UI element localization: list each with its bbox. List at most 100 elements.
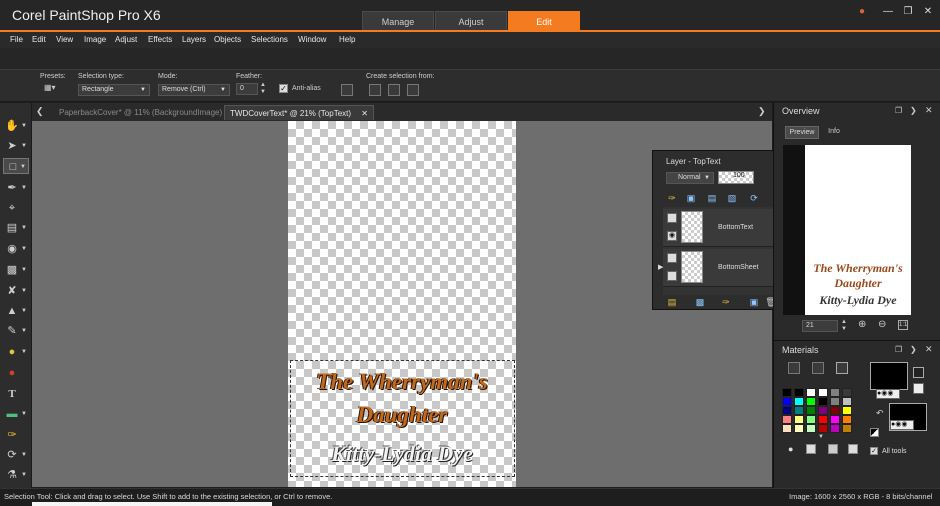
scratch-remover-tool[interactable]: ✘ ▼	[3, 283, 29, 299]
restore-icon[interactable]: ❐	[900, 6, 916, 18]
crop-tool[interactable]: ⌖	[3, 200, 29, 216]
select-all-icon[interactable]	[341, 84, 353, 96]
zoom-in-icon[interactable]: ⊕	[858, 319, 866, 330]
color-swatch[interactable]	[782, 406, 792, 415]
antialias-checkbox[interactable]: ✓	[279, 84, 288, 93]
color-swatch[interactable]	[842, 406, 852, 415]
layer-lock-icon[interactable]	[667, 213, 677, 223]
menu-file[interactable]: File	[10, 35, 23, 44]
color-swatch[interactable]	[842, 415, 852, 424]
chevron-down-icon[interactable]: ▼	[818, 434, 824, 440]
expand-arrow-icon[interactable]: ▶	[658, 263, 663, 271]
share-icon[interactable]: ⟳	[748, 192, 760, 204]
swatches-mode-icon[interactable]	[836, 362, 848, 374]
layer-lock-icon[interactable]	[667, 253, 677, 263]
pick-tool[interactable]: ➤ ▼	[3, 138, 29, 154]
lock-icon[interactable]	[913, 383, 924, 394]
color-swatch[interactable]	[842, 397, 852, 406]
reset-colors-icon[interactable]	[870, 428, 879, 437]
rainbow-mode-icon[interactable]	[812, 362, 824, 374]
menu-objects[interactable]: Objects	[214, 35, 241, 44]
blend-mode-dropdown[interactable]: Normal ▼	[666, 172, 714, 184]
selection-from-layer-icon[interactable]	[369, 84, 381, 96]
color-swatch[interactable]	[794, 406, 804, 415]
feather-stepper[interactable]: ▲ ▼	[260, 82, 266, 96]
menu-effects[interactable]: Effects	[148, 35, 172, 44]
selection-from-vector-icon[interactable]	[407, 84, 419, 96]
visibility-icon[interactable]	[667, 271, 677, 281]
zoom-out-icon[interactable]: ⊖	[878, 319, 886, 330]
color-swatch[interactable]	[806, 397, 816, 406]
menu-image[interactable]: Image	[84, 35, 106, 44]
color-swatch[interactable]	[830, 397, 840, 406]
tab-preview[interactable]: Preview	[785, 126, 819, 139]
color-swatch[interactable]	[806, 424, 816, 433]
transparent-icon[interactable]: ●	[788, 444, 793, 454]
menu-adjust[interactable]: Adjust	[115, 35, 137, 44]
foreground-small-swatch[interactable]	[913, 367, 924, 378]
pen-tool[interactable]: ✑	[3, 427, 29, 443]
doc-tab-twdcover[interactable]: TWDCoverText* @ 21% (TopText) ✕	[224, 105, 374, 120]
selection-tool[interactable]: □ ▼	[3, 158, 29, 174]
color-swatch[interactable]	[818, 388, 828, 397]
warp-brush-tool[interactable]: ⟳ ▼	[3, 447, 29, 463]
add-swatch-icon[interactable]	[848, 444, 858, 454]
user-icon[interactable]: ●	[854, 6, 870, 18]
tab-adjust[interactable]: Adjust	[435, 11, 507, 31]
color-swatch[interactable]	[782, 424, 792, 433]
trash-icon[interactable]	[828, 444, 838, 454]
color-swatch[interactable]	[806, 388, 816, 397]
color-swatch[interactable]	[794, 388, 804, 397]
color-swatch[interactable]	[806, 406, 816, 415]
color-swatch[interactable]	[818, 406, 828, 415]
color-swatch[interactable]	[806, 415, 816, 424]
all-tools-checkbox[interactable]: ✓	[870, 447, 878, 455]
clone-tool[interactable]: ▩ ▼	[3, 262, 29, 278]
color-swatch[interactable]	[842, 388, 852, 397]
close-icon[interactable]: ✕	[361, 109, 368, 118]
color-swatch[interactable]	[782, 415, 792, 424]
restore-icon[interactable]: ❐	[895, 106, 902, 115]
folder-icon[interactable]: ▤	[706, 192, 718, 204]
minimize-icon[interactable]: —	[880, 6, 896, 18]
pan-tool[interactable]: ✋ ▼	[3, 118, 29, 134]
color-swatch[interactable]	[818, 415, 828, 424]
close-icon[interactable]: ✕	[925, 344, 933, 355]
close-icon[interactable]: ✕	[925, 105, 933, 116]
picture-tube-tool[interactable]: ●	[3, 365, 29, 381]
chevron-right-icon[interactable]: ❯	[758, 106, 766, 117]
color-swatch[interactable]	[830, 388, 840, 397]
color-swatch[interactable]	[794, 424, 804, 433]
zoom-field[interactable]: 21	[802, 320, 838, 332]
mask-icon[interactable]: ▧	[726, 192, 738, 204]
color-swatch[interactable]	[794, 415, 804, 424]
color-swatch[interactable]	[830, 406, 840, 415]
chevron-right-icon[interactable]: ❯	[910, 345, 917, 354]
zoom-stepper[interactable]: ▲ ▼	[841, 319, 847, 333]
menu-selections[interactable]: Selections	[251, 35, 288, 44]
color-swatch[interactable]	[830, 424, 840, 433]
texture-toggle-icon[interactable]: ●◉◉	[890, 420, 914, 430]
adjustment-layer-icon[interactable]: ✑	[720, 296, 732, 308]
feather-input[interactable]: 0	[236, 83, 258, 95]
close-icon[interactable]: ✕	[920, 6, 936, 18]
tab-edit[interactable]: Edit	[508, 11, 580, 31]
menu-view[interactable]: View	[56, 35, 73, 44]
menu-window[interactable]: Window	[298, 35, 326, 44]
color-swatch[interactable]	[794, 397, 804, 406]
overview-preview[interactable]: The Wherryman's Daughter Kitty-Lydia Dye	[783, 145, 911, 315]
color-swatch[interactable]	[830, 415, 840, 424]
menu-edit[interactable]: Edit	[32, 35, 46, 44]
color-swatch[interactable]	[782, 388, 792, 397]
shape-tool[interactable]: ▬ ▼	[3, 406, 29, 422]
color-swatch[interactable]	[842, 424, 852, 433]
straighten-tool[interactable]: ▤ ▼	[3, 220, 29, 236]
pen-icon[interactable]: ✑	[666, 192, 678, 204]
tab-manage[interactable]: Manage	[362, 11, 434, 31]
paint-brush-tool[interactable]: ✎ ▼	[3, 323, 29, 339]
color-swatch[interactable]	[818, 397, 828, 406]
doc-tab-paperback[interactable]: PaperbackCover* @ 11% (BackgroundImage)	[54, 105, 227, 120]
restore-icon[interactable]: ❐	[895, 345, 902, 354]
selection-type-dropdown[interactable]: Rectangle ▼	[78, 84, 150, 96]
color-swatch[interactable]	[782, 397, 792, 406]
